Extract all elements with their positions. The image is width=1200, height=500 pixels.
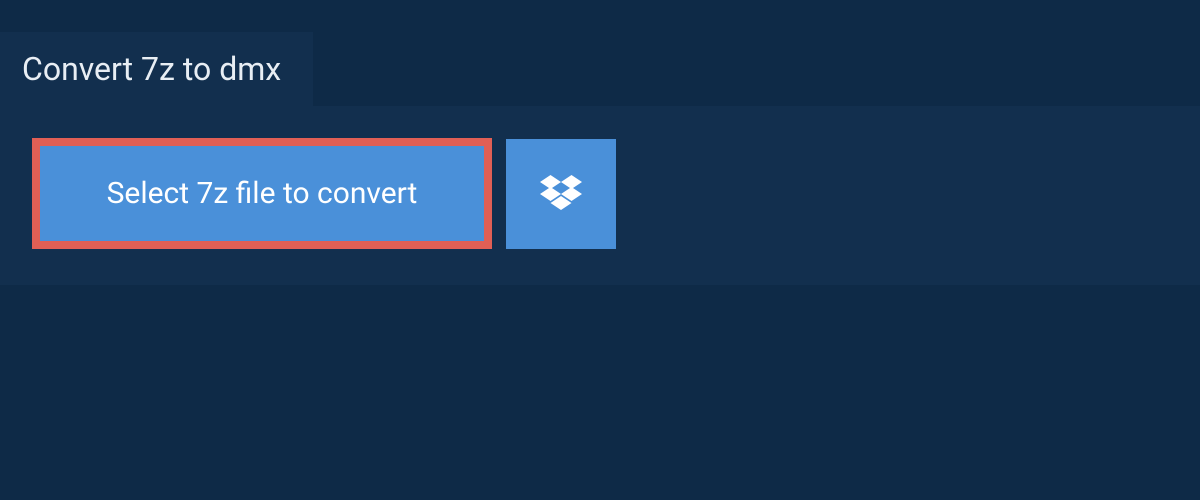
select-file-label: Select 7z file to convert <box>107 176 418 211</box>
dropbox-icon <box>540 175 582 213</box>
upload-panel: Select 7z file to convert <box>0 106 1200 285</box>
tab-convert[interactable]: Convert 7z to dmx <box>0 32 313 106</box>
tab-label: Convert 7z to dmx <box>22 50 281 88</box>
dropbox-button[interactable] <box>506 139 616 249</box>
select-file-button[interactable]: Select 7z file to convert <box>32 138 492 249</box>
tab-container: Convert 7z to dmx <box>0 32 313 106</box>
